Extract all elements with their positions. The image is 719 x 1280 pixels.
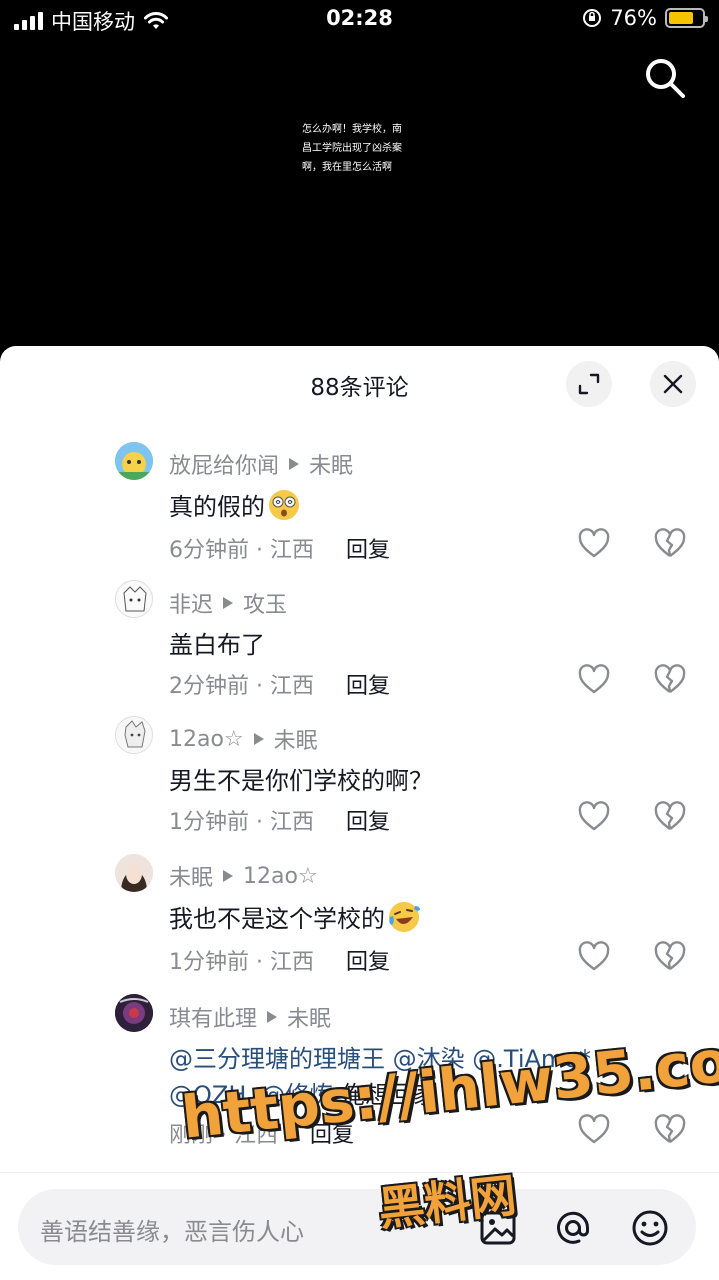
mention-link[interactable]: @QZH. bbox=[169, 1081, 254, 1109]
comment-text: 真的假的 bbox=[169, 493, 265, 521]
comment-text: 男生不是你们学校的啊？ bbox=[169, 767, 433, 795]
mention-icon[interactable] bbox=[553, 1208, 593, 1248]
broken-heart-icon[interactable] bbox=[654, 801, 686, 833]
reply-arrow-icon bbox=[253, 733, 264, 745]
sheet-header: 88条评论 bbox=[0, 346, 719, 422]
reply-button[interactable]: 回复 bbox=[346, 532, 390, 564]
avatar[interactable] bbox=[115, 854, 153, 892]
caption-line: 昌工学院出现了凶杀案 bbox=[302, 143, 402, 154]
avatar[interactable] bbox=[115, 716, 153, 754]
avatar[interactable] bbox=[115, 442, 153, 480]
search-icon[interactable] bbox=[643, 56, 687, 100]
reply-arrow-icon bbox=[289, 458, 300, 470]
reply-to-user[interactable]: 未眠 bbox=[274, 723, 318, 755]
comment-input-placeholder: 善语结善缘，恶言伤人心 bbox=[40, 1218, 304, 1246]
video-caption: 怎么办啊！我学校，南 昌工学院出现了凶杀案 啊，我在里怎么活啊 bbox=[302, 120, 414, 177]
comment-text: 我也不是这个学校的 bbox=[169, 905, 385, 933]
avatar[interactable] bbox=[115, 994, 153, 1032]
comment-author[interactable]: 非迟 bbox=[169, 587, 213, 619]
heart-icon[interactable] bbox=[578, 528, 610, 560]
broken-heart-icon[interactable] bbox=[654, 528, 686, 560]
orientation-lock-icon bbox=[583, 9, 602, 27]
reply-arrow-icon bbox=[223, 597, 234, 609]
reply-arrow-icon bbox=[267, 1011, 278, 1023]
heart-icon[interactable] bbox=[578, 1114, 610, 1146]
reply-button[interactable]: 回复 bbox=[346, 804, 390, 836]
heart-icon[interactable] bbox=[578, 664, 610, 696]
caption-line: 啊，我在里怎么活啊 bbox=[302, 162, 392, 173]
battery-icon bbox=[665, 8, 708, 28]
comment-author[interactable]: 琪有此理 bbox=[169, 1001, 257, 1033]
comment-time-location: 刚刚 · 江西 bbox=[169, 1123, 278, 1148]
mention-link[interactable]: @沐染 bbox=[393, 1045, 465, 1073]
reply-button[interactable]: 回复 bbox=[346, 944, 390, 976]
comment-input[interactable]: 善语结善缘，恶言伤人心 bbox=[18, 1189, 696, 1265]
broken-heart-icon[interactable] bbox=[654, 1114, 686, 1146]
emoji-icon[interactable] bbox=[630, 1208, 670, 1248]
comment-time-location: 2分钟前 · 江西 bbox=[169, 674, 314, 699]
battery-percent: 76% bbox=[610, 6, 657, 30]
close-button[interactable] bbox=[650, 361, 696, 407]
image-icon[interactable] bbox=[478, 1208, 518, 1248]
comment-time-location: 6分钟前 · 江西 bbox=[169, 538, 314, 563]
dizzy-face-emoji-icon bbox=[269, 490, 299, 520]
mention-link[interactable]: @修炼 bbox=[261, 1081, 333, 1109]
comment-author[interactable]: 放屁给你闻 bbox=[169, 448, 279, 480]
heart-icon[interactable] bbox=[578, 801, 610, 833]
reply-button[interactable]: 回复 bbox=[310, 1117, 354, 1149]
close-icon bbox=[663, 374, 683, 394]
mention-link[interactable]: @三分理塘的理塘王 bbox=[169, 1045, 385, 1073]
expand-button[interactable] bbox=[566, 361, 612, 407]
broken-heart-icon[interactable] bbox=[654, 941, 686, 973]
caption-line: 怎么办啊！我学校，南 bbox=[302, 124, 402, 135]
reply-to-user[interactable]: 未眠 bbox=[287, 1001, 331, 1033]
comment-time-location: 1分钟前 · 江西 bbox=[169, 950, 314, 975]
expand-icon bbox=[578, 373, 600, 395]
status-bar: 中国移动 02:28 76% bbox=[0, 0, 719, 40]
laughing-tears-emoji-icon bbox=[389, 902, 420, 932]
reply-to-user[interactable]: 未眠 bbox=[309, 448, 353, 480]
mention-link[interactable]: @.TiAmo* bbox=[472, 1045, 591, 1073]
comment-time-location: 1分钟前 · 江西 bbox=[169, 810, 314, 835]
comment-input-bar: 善语结善缘，恶言伤人心 bbox=[0, 1172, 719, 1280]
comments-sheet: 88条评论 放屁给你闻 未眠 真的假的 6分钟前 · 江西 回复 非迟 攻玉 盖… bbox=[0, 346, 719, 1280]
reply-to-user[interactable]: 12ao☆ bbox=[243, 864, 318, 889]
comment-author[interactable]: 未眠 bbox=[169, 860, 213, 892]
avatar[interactable] bbox=[115, 580, 153, 618]
reply-button[interactable]: 回复 bbox=[346, 668, 390, 700]
reply-to-user[interactable]: 攻玉 bbox=[243, 587, 287, 619]
reply-arrow-icon bbox=[223, 870, 234, 882]
heart-icon[interactable] bbox=[578, 941, 610, 973]
broken-heart-icon[interactable] bbox=[654, 664, 686, 696]
comment-author[interactable]: 12ao☆ bbox=[169, 727, 244, 752]
comment-text: 俺想回家 bbox=[340, 1081, 437, 1109]
comment-text: 盖白布了 bbox=[169, 631, 265, 659]
